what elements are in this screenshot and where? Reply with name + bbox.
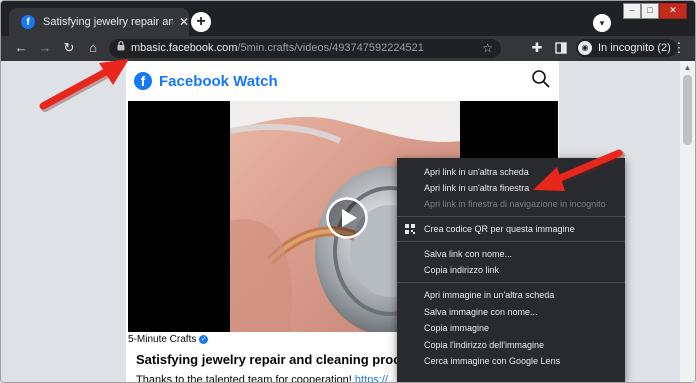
menu-separator — [397, 282, 625, 283]
menu-separator — [397, 216, 625, 217]
tab-strip: f Satisfying jewelry repair and clea ✕ +… — [1, 1, 695, 36]
video-title[interactable]: Satisfying jewelry repair and cleaning p… — [136, 352, 437, 367]
scroll-thumb[interactable] — [683, 75, 692, 145]
verified-badge-icon: ✓ — [199, 335, 209, 344]
description-link[interactable]: https:// — [355, 374, 388, 382]
home-icon[interactable]: ⌂ — [85, 40, 101, 56]
menu-separator — [397, 241, 625, 242]
incognito-label: In incognito (2) — [598, 42, 671, 54]
url-host: mbasic.facebook.com — [131, 42, 238, 54]
menu-item-open-link-incognito: Apri link in finestra di navigazione in … — [424, 199, 606, 209]
qr-code-icon — [405, 224, 415, 234]
menu-item-copy-image[interactable]: Copia immagine — [397, 320, 625, 336]
menu-item-open-link-new-window[interactable]: Apri link in un'altra finestra — [397, 180, 625, 196]
menu-item-open-link-new-tab[interactable]: Apri link in un'altra scheda — [397, 164, 625, 180]
scrollbar[interactable]: ▲ — [680, 61, 695, 382]
forward-arrow-icon[interactable]: → — [37, 40, 53, 56]
reload-icon[interactable]: ↻ — [61, 40, 77, 56]
toolbar: ← → ↻ ⌂ mbasic.facebook.com/5min.crafts/… — [1, 36, 695, 61]
search-icon[interactable] — [531, 69, 551, 89]
video-description: Thanks to the talented team for cooperat… — [136, 374, 388, 383]
tab-search-icon[interactable]: ▾ — [593, 14, 611, 32]
new-tab-button[interactable]: + — [191, 12, 211, 32]
lock-icon[interactable] — [117, 41, 125, 54]
play-icon[interactable] — [326, 197, 368, 239]
brand-title[interactable]: Facebook Watch — [159, 73, 278, 90]
scroll-up-icon[interactable]: ▲ — [680, 63, 695, 73]
tab-close-icon[interactable]: ✕ — [179, 15, 189, 29]
close-window-button[interactable]: ✕ — [659, 3, 687, 19]
incognito-icon: ◉ — [578, 41, 592, 55]
back-arrow-icon[interactable]: ← — [13, 40, 29, 56]
address-bar[interactable]: mbasic.facebook.com/5min.crafts/videos/4… — [109, 39, 501, 58]
facebook-header: f Facebook Watch — [126, 61, 559, 97]
extensions-icon[interactable]: ✚ — [529, 40, 545, 56]
browser-window: f Satisfying jewelry repair and clea ✕ +… — [0, 0, 696, 383]
url-path: /5min.crafts/videos/493747592224521 — [237, 42, 424, 54]
description-text: Thanks to the talented team for cooperat… — [136, 374, 355, 383]
sidepanel-icon[interactable] — [553, 40, 569, 56]
menu-item-create-qr[interactable]: Crea codice QR per questa immagine — [397, 221, 625, 237]
channel-name[interactable]: 5-Minute Crafts ✓ — [128, 334, 209, 345]
tab-title: Satisfying jewelry repair and clea — [43, 16, 173, 28]
menu-item-copy-link[interactable]: Copia indirizzo link — [397, 262, 625, 278]
facebook-tab-favicon-icon: f — [21, 15, 35, 29]
tab-active[interactable]: f Satisfying jewelry repair and clea ✕ — [9, 8, 189, 36]
menu-item-copy-image-address[interactable]: Copia l'indirizzo dell'immagine — [397, 337, 625, 353]
menu-item-open-image-new-tab[interactable]: Apri immagine in un'altra scheda — [397, 287, 625, 303]
star-icon[interactable]: ☆ — [482, 41, 493, 55]
url-text: mbasic.facebook.com/5min.crafts/videos/4… — [131, 42, 424, 54]
more-menu-icon[interactable]: ⋮ — [671, 40, 687, 56]
menu-item-save-image-as[interactable]: Salva immagine con nome... — [397, 304, 625, 320]
menu-item-search-google-lens[interactable]: Cerca immagine con Google Lens — [397, 353, 625, 369]
menu-item-save-link-as[interactable]: Salva link con nome... — [397, 246, 625, 262]
incognito-button[interactable]: ◉ In incognito (2) — [576, 39, 677, 57]
minimize-button[interactable]: – — [623, 3, 641, 19]
channel-label: 5-Minute Crafts — [128, 334, 197, 345]
maximize-button[interactable]: □ — [641, 3, 659, 19]
facebook-logo-icon[interactable]: f — [134, 72, 152, 90]
context-menu: Apri link in un'altra scheda Apri link i… — [397, 158, 625, 382]
